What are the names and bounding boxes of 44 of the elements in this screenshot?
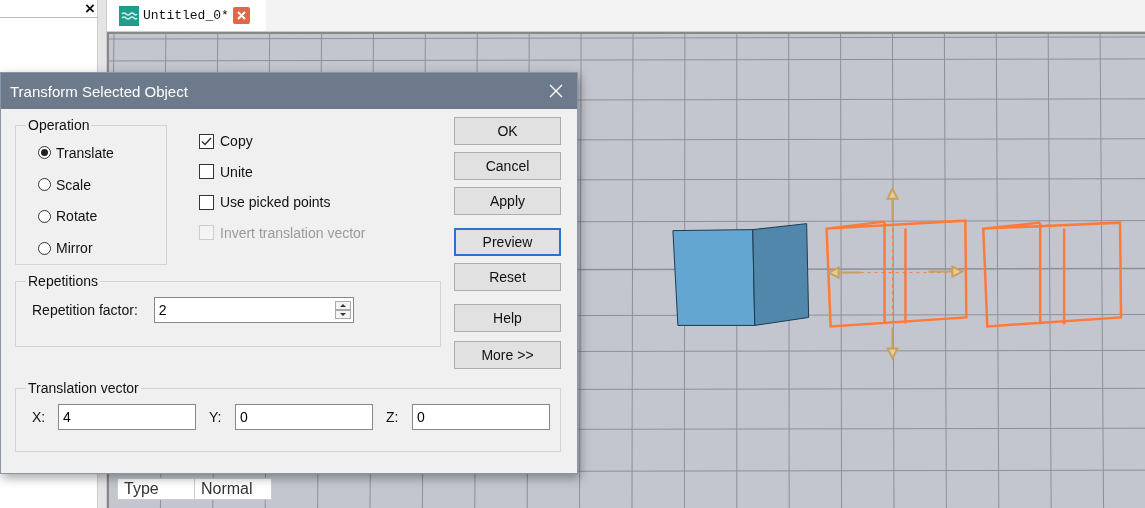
repetition-field[interactable]: 2 <box>154 302 335 318</box>
checkbox[interactable] <box>199 164 214 180</box>
field-label: Z: <box>386 409 400 425</box>
field-label: X: <box>32 409 46 425</box>
group-title: Operation <box>27 117 91 133</box>
checkbox[interactable] <box>199 133 214 149</box>
close-icon[interactable] <box>232 7 250 24</box>
dialog-button[interactable]: Apply <box>454 187 561 215</box>
checkbox-label[interactable]: Use picked points <box>220 194 331 211</box>
group-title: Repetitions <box>27 273 100 289</box>
dialog-button[interactable]: Reset <box>454 263 561 291</box>
dialog-button[interactable]: Preview <box>454 228 561 256</box>
spin-box[interactable]: 2 <box>153 297 354 323</box>
coordinate-field[interactable]: 0 <box>235 404 373 430</box>
dialog-button[interactable]: More >> <box>454 341 561 369</box>
window-title: Transform Selected Object <box>10 82 188 100</box>
checkbox-label[interactable]: Unite <box>220 163 253 180</box>
dialog-button[interactable]: OK <box>454 117 561 145</box>
radio-label[interactable]: Translate <box>56 144 114 161</box>
checkbox-label[interactable]: Copy <box>220 133 253 150</box>
group-title: Translation vector <box>27 380 140 396</box>
radio-button[interactable] <box>38 146 51 160</box>
close-button[interactable]: × <box>85 0 95 17</box>
spin-down-icon[interactable] <box>334 310 351 319</box>
document-tab[interactable]: Untitled_0* <box>107 0 266 31</box>
spin-up-icon[interactable] <box>334 301 351 310</box>
coordinate-field[interactable]: 4 <box>58 404 196 430</box>
checkbox[interactable] <box>199 194 214 210</box>
tab-label: Untitled_0* <box>143 8 229 23</box>
coordinate-field[interactable]: 0 <box>412 404 550 430</box>
radio-button[interactable] <box>38 178 51 192</box>
property-name: Type <box>118 479 195 499</box>
radio-label[interactable]: Mirror <box>56 240 93 257</box>
field-label: Repetition factor: <box>32 302 138 318</box>
field-label: Y: <box>209 409 223 425</box>
radio-button[interactable] <box>38 241 51 255</box>
close-icon[interactable] <box>549 84 563 98</box>
radio-label[interactable]: Scale <box>56 176 92 193</box>
property-value: Normal <box>200 479 254 499</box>
radio-label[interactable]: Rotate <box>56 208 98 225</box>
radio-button[interactable] <box>38 209 51 223</box>
dialog-button[interactable]: Help <box>454 304 561 332</box>
wave-icon <box>119 5 139 26</box>
dialog-button[interactable]: Cancel <box>454 152 561 180</box>
